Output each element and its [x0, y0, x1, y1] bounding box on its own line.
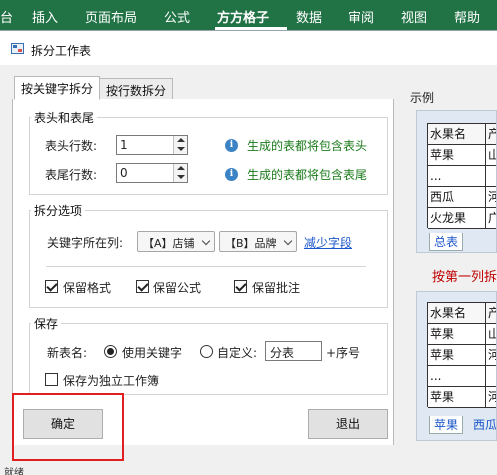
table-cell: ...: [428, 366, 486, 387]
example-source-sheet: 水果名 产 苹果 山 ... 西瓜 河 火龙果 广: [427, 123, 496, 229]
info-icon: i: [225, 139, 238, 152]
table-cell: 山: [486, 145, 496, 166]
table-cell: 水果名: [428, 303, 486, 324]
table-cell: 苹果: [428, 324, 486, 345]
independent-workbook-checkbox[interactable]: [45, 373, 58, 386]
table-cell: 水果名: [428, 124, 486, 145]
dialog-titlebar[interactable]: 拆分工作表: [0, 31, 497, 65]
header-rows-spinner[interactable]: 1: [116, 135, 188, 155]
tab-split-by-rows[interactable]: 按行数拆分: [99, 78, 174, 100]
header-hint: 生成的表都将包含表头: [247, 139, 368, 153]
table-cell: 河: [486, 345, 496, 366]
keep-format-checkbox[interactable]: [45, 280, 58, 293]
combo-2-value: 【B】品牌: [225, 237, 277, 250]
chevron-down-icon: [201, 236, 211, 246]
spin-up-icon[interactable]: [177, 166, 185, 170]
key-column-combo-1[interactable]: 【A】店铺: [137, 231, 215, 252]
ribbon-tab-data[interactable]: 数据: [296, 7, 322, 26]
header-footer-group-title: 表头和表尾: [31, 109, 98, 126]
keep-format-label[interactable]: 保留格式: [63, 279, 111, 296]
table-cell: 产: [486, 303, 496, 324]
header-footer-group: [29, 117, 388, 195]
example-result-sheet: 水果名 产 苹果 山 苹果 河 ... 苹果 河: [427, 302, 496, 408]
ribbon-tab-formulas[interactable]: 公式: [164, 7, 190, 26]
header-rows-value: 1: [120, 138, 128, 152]
table-cell: 广: [486, 208, 496, 229]
sheet-tab-total: 总表: [429, 233, 464, 251]
example-source-frame: 水果名 产 苹果 山 ... 西瓜 河 火龙果 广 总表: [416, 110, 497, 253]
divider: [46, 266, 366, 267]
dialog-title: 拆分工作表: [31, 44, 92, 58]
key-column-combo-2[interactable]: 【B】品牌: [219, 231, 297, 252]
keep-formula-checkbox[interactable]: [136, 280, 149, 293]
custom-name-value: 分表: [270, 346, 295, 360]
ribbon-tab-review[interactable]: 审阅: [348, 7, 374, 26]
ribbon-tab-insert[interactable]: 插入: [32, 7, 58, 26]
independent-workbook-label[interactable]: 保存为独立工作簿: [63, 372, 159, 389]
table-cell: 河: [486, 387, 496, 408]
use-keyword-radio[interactable]: [104, 345, 117, 358]
keep-comment-checkbox[interactable]: [234, 280, 247, 293]
example-result-frame: 水果名 产 苹果 山 苹果 河 ... 苹果 河 苹果 西瓜: [416, 291, 497, 441]
spin-down-icon[interactable]: [177, 147, 185, 151]
combo-1-value: 【A】店铺: [143, 237, 195, 250]
table-cell: 火龙果: [428, 208, 486, 229]
spin-up-icon[interactable]: [177, 138, 185, 142]
header-rows-label: 表头行数:: [45, 139, 98, 153]
reduce-fields-link[interactable]: 减少字段: [304, 234, 352, 251]
example-label: 示例: [410, 91, 435, 105]
status-text: 就绪: [4, 468, 24, 475]
ribbon-tab-ffcell[interactable]: 方方格子: [217, 7, 269, 26]
table-cell: 山: [486, 324, 496, 345]
example-caption: 按第一列拆: [432, 270, 497, 285]
footer-hint: 生成的表都将包含表尾: [247, 168, 368, 182]
custom-name-radio[interactable]: [200, 345, 213, 358]
info-icon: i: [225, 168, 238, 181]
exit-button[interactable]: 退出: [308, 409, 388, 439]
keep-comment-label[interactable]: 保留批注: [252, 279, 300, 296]
chevron-down-icon: [283, 236, 293, 246]
key-column-label: 关键字所在列:: [47, 236, 124, 250]
custom-name-label[interactable]: 自定义:: [217, 344, 257, 361]
table-cell: 苹果: [428, 387, 486, 408]
spin-buttons[interactable]: [173, 164, 187, 182]
custom-name-input[interactable]: 分表: [265, 341, 322, 361]
keep-formula-label[interactable]: 保留公式: [153, 279, 201, 296]
spin-down-icon[interactable]: [177, 175, 185, 179]
table-cell: 产: [486, 124, 496, 145]
ribbon-tab-page-layout[interactable]: 页面布局: [85, 7, 137, 26]
new-name-label: 新表名:: [47, 346, 88, 360]
table-cell: [486, 166, 496, 187]
footer-rows-label: 表尾行数:: [45, 168, 98, 182]
ribbon-tab-view[interactable]: 视图: [401, 7, 427, 26]
table-cell: 苹果: [428, 145, 486, 166]
footer-rows-spinner[interactable]: 0: [116, 163, 188, 183]
status-bar: 就绪: [0, 467, 497, 475]
split-options-group-title: 拆分选项: [31, 202, 86, 219]
table-cell: 西瓜: [428, 187, 486, 208]
ribbon-tab-help[interactable]: 帮助: [454, 7, 480, 26]
ribbon-tab-bar: 台 插入 页面布局 公式 方方格子 数据 审阅 视图 帮助: [0, 0, 497, 30]
footer-rows-value: 0: [120, 166, 128, 180]
app-icon: [11, 43, 24, 54]
sheet-tab-apple: 苹果: [429, 416, 464, 434]
table-cell: 河: [486, 187, 496, 208]
use-keyword-label[interactable]: 使用关键字: [122, 344, 182, 361]
ribbon-tab-start[interactable]: 台: [0, 7, 13, 26]
tab-split-by-keyword[interactable]: 按关键字拆分: [14, 76, 101, 100]
table-cell: [486, 366, 496, 387]
sheet-tab-watermelon: 西瓜: [473, 418, 497, 432]
table-cell: 苹果: [428, 345, 486, 366]
ok-button-highlight: [12, 393, 124, 461]
save-group-title: 保存: [31, 315, 62, 332]
seq-suffix-label: +序号: [326, 346, 361, 360]
table-cell: ...: [428, 166, 486, 187]
spin-buttons[interactable]: [173, 136, 187, 154]
